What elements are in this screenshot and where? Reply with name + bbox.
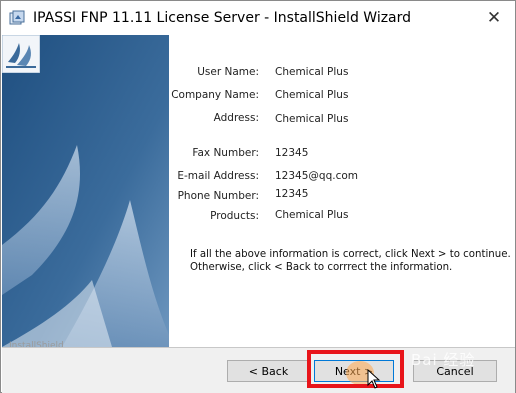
wizard-content: User Name: Chemical Plus Company Name: C…	[169, 35, 515, 347]
next-button-highlight-box	[307, 350, 404, 388]
installshield-logo-icon	[2, 35, 40, 73]
back-button[interactable]: < Back	[227, 360, 310, 382]
field-value-address: Chemical Plus	[275, 113, 349, 125]
field-value-email-address: 12345@qq.com	[275, 170, 358, 182]
confirmation-line-2: Otherwise, click < Back to corrrect the …	[190, 262, 453, 273]
field-label-company-name: Company Name:	[171, 89, 259, 101]
installer-app-icon	[9, 10, 25, 25]
field-value-fax-number: 12345	[275, 147, 309, 159]
field-label-address: Address:	[213, 112, 259, 124]
title-bar[interactable]: IPASSI FNP 11.11 License Server - Instal…	[1, 1, 515, 35]
mouse-cursor-icon	[367, 369, 381, 389]
field-label-products: Products:	[210, 210, 259, 222]
field-value-products: Chemical Plus	[275, 209, 349, 221]
field-value-user-name: Chemical Plus	[275, 66, 349, 78]
installshield-wizard-dialog: IPASSI FNP 11.11 License Server - Instal…	[0, 0, 516, 393]
close-icon: ✕	[486, 8, 502, 28]
field-label-phone-number: Phone Number:	[177, 190, 259, 202]
field-value-company-name: Chemical Plus	[275, 89, 349, 101]
close-button[interactable]: ✕	[483, 8, 505, 28]
confirmation-message: If all the above information is correct,…	[190, 248, 511, 274]
field-label-email-address: E-mail Address:	[177, 170, 259, 182]
window-title: IPASSI FNP 11.11 License Server - Instal…	[33, 10, 412, 26]
field-label-fax-number: Fax Number:	[192, 147, 259, 159]
baidu-watermark: Bai 经验	[411, 351, 476, 369]
confirmation-line-1: If all the above information is correct,…	[190, 249, 511, 260]
field-value-phone-number: 12345	[275, 188, 309, 200]
field-label-user-name: User Name:	[197, 66, 259, 78]
